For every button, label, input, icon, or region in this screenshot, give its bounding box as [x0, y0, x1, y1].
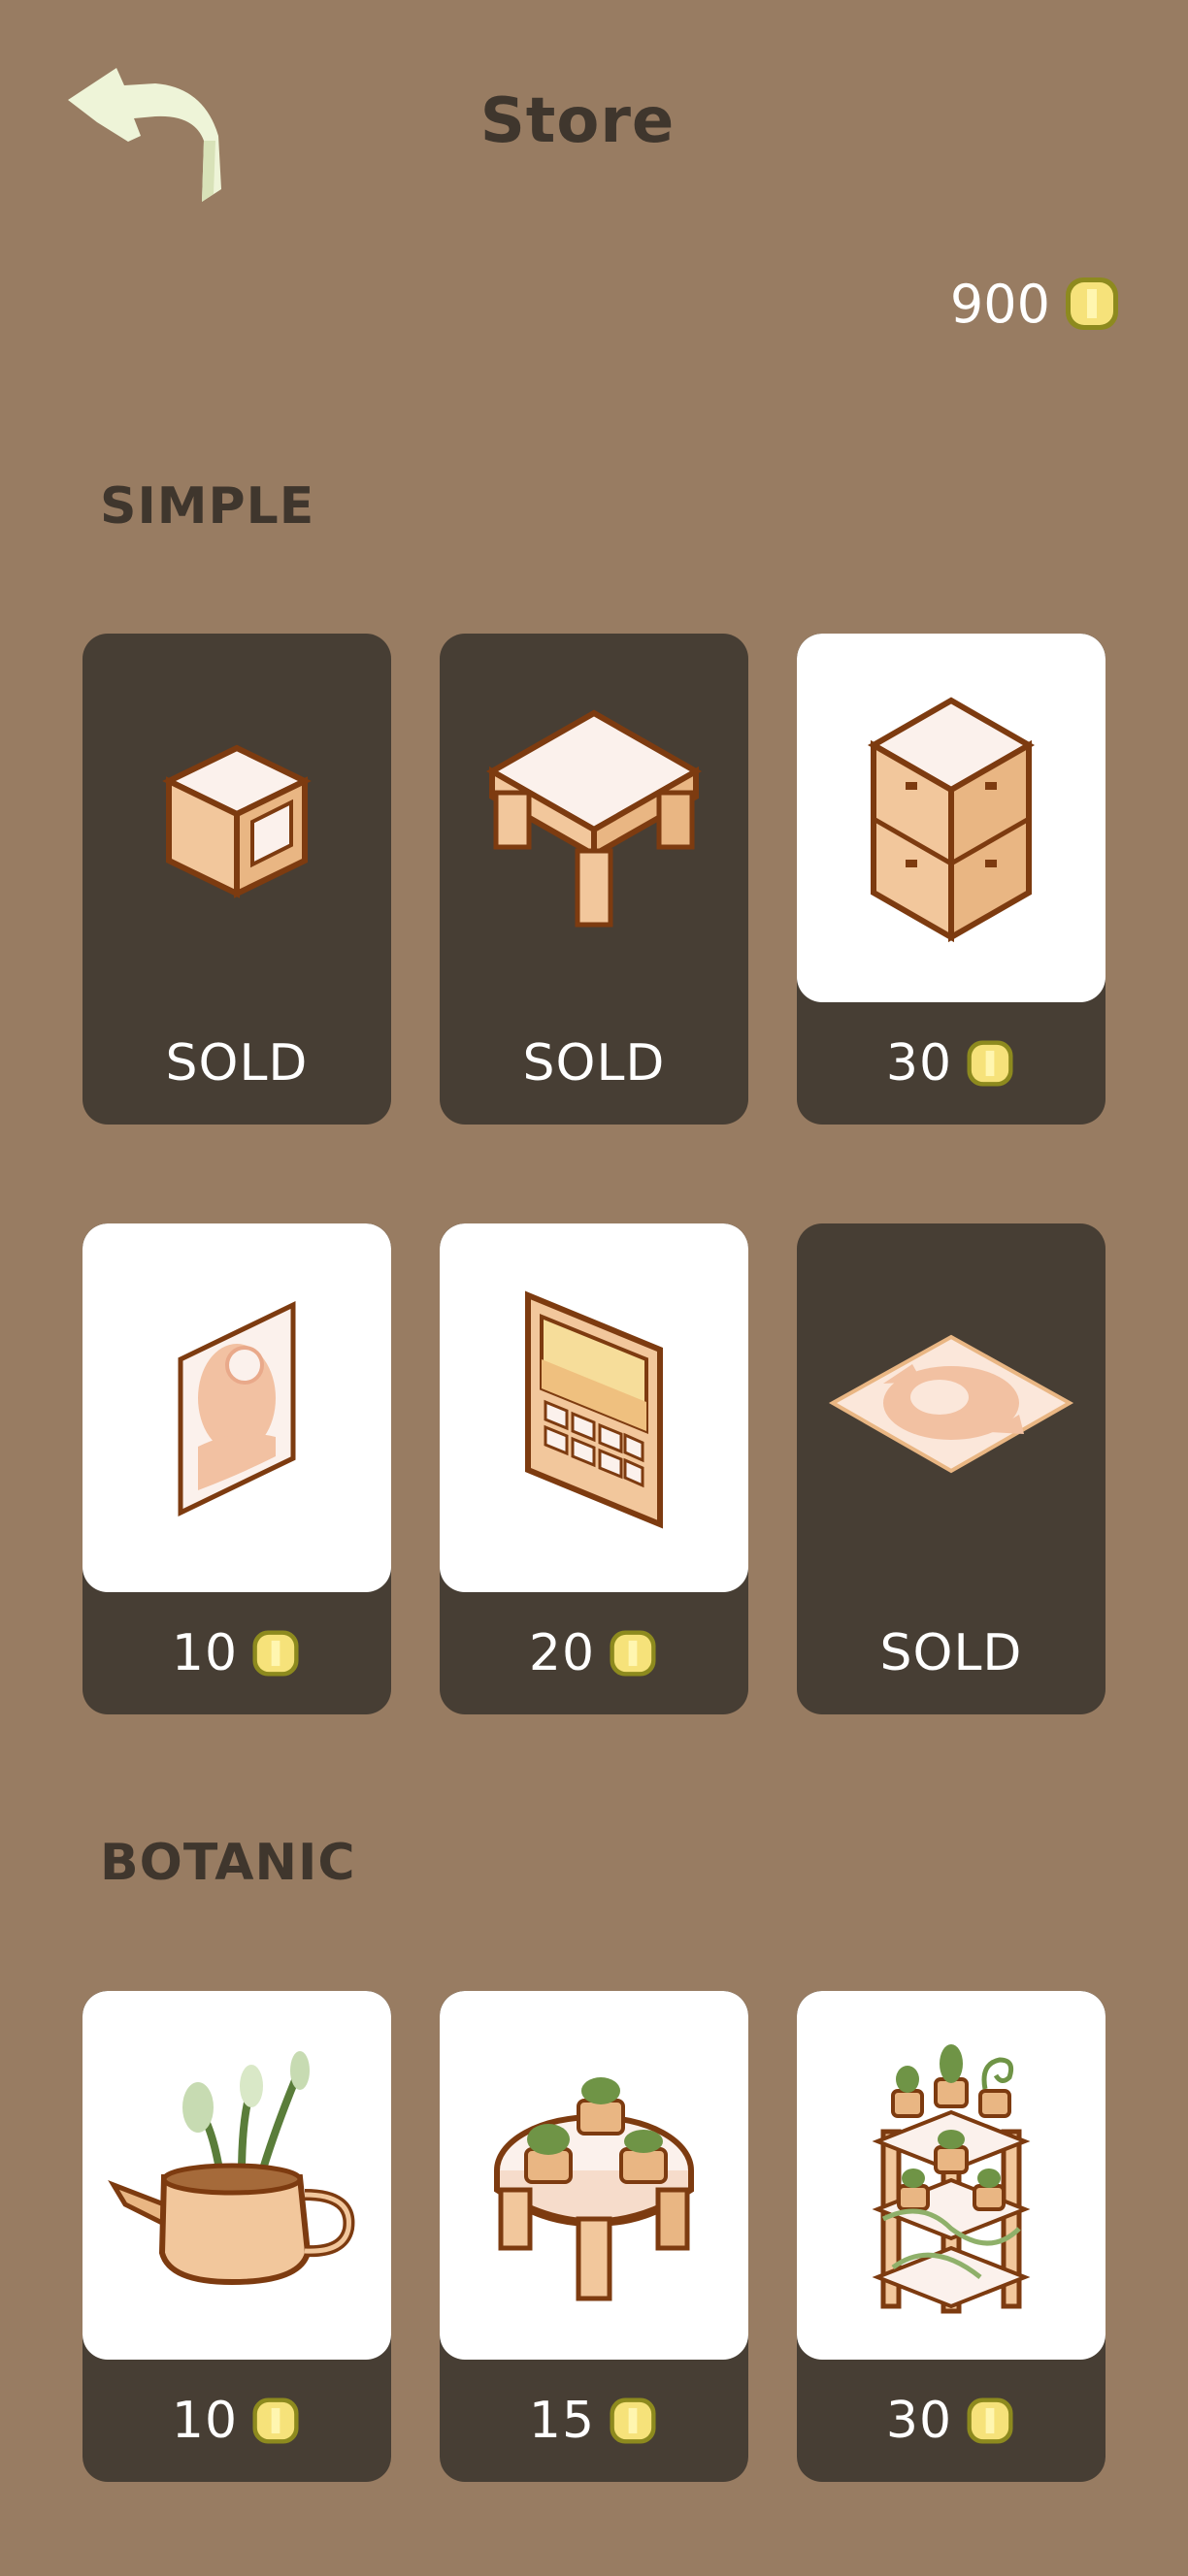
- store-item-drawer-chest[interactable]: 30: [797, 634, 1106, 1125]
- store-item-plant-shelf[interactable]: 30: [797, 1991, 1106, 2482]
- coin-balance-amount: 900: [949, 273, 1050, 335]
- rug-icon: [828, 1334, 1074, 1474]
- coin-icon: [249, 2395, 302, 2447]
- item-price: 30: [885, 1034, 953, 1092]
- coin-icon: [1062, 274, 1122, 334]
- item-status-sold: SOLD: [165, 1034, 309, 1092]
- wall-picture-icon: [178, 1301, 296, 1516]
- crate-icon: [162, 744, 312, 898]
- store-item-rug[interactable]: SOLD: [797, 1223, 1106, 1714]
- store-item-plant-table[interactable]: 15: [440, 1991, 748, 2482]
- item-price: 10: [171, 1624, 239, 1682]
- item-status-sold: SOLD: [522, 1034, 666, 1092]
- store-item-crate[interactable]: SOLD: [82, 634, 391, 1125]
- item-price: 15: [528, 2392, 596, 2450]
- coin-balance: 900: [950, 270, 1122, 338]
- item-price: 30: [885, 2392, 953, 2450]
- item-price: 10: [171, 2392, 239, 2450]
- watering-can-plant-icon: [108, 2051, 355, 2286]
- page-title: Store: [479, 85, 676, 157]
- plant-table-icon: [494, 2077, 694, 2301]
- coin-icon: [964, 1037, 1016, 1090]
- drawer-chest-icon: [867, 697, 1036, 943]
- coin-icon: [964, 2395, 1016, 2447]
- store-item-watering-can-plant[interactable]: 10: [82, 1991, 391, 2482]
- window-icon: [525, 1290, 663, 1529]
- coin-icon: [249, 1627, 302, 1679]
- plant-shelf-icon: [872, 2044, 1031, 2314]
- store-item-table[interactable]: SOLD: [440, 634, 748, 1125]
- section-title-simple: SIMPLE: [100, 477, 315, 536]
- table-icon: [485, 709, 703, 928]
- coin-icon: [607, 1627, 659, 1679]
- section-title-botanic: BOTANIC: [100, 1834, 356, 1892]
- coin-icon: [607, 2395, 659, 2447]
- item-price: 20: [528, 1624, 596, 1682]
- store-item-wall-picture[interactable]: 10: [82, 1223, 391, 1714]
- store-item-window[interactable]: 20: [440, 1223, 748, 1714]
- item-status-sold: SOLD: [879, 1624, 1023, 1682]
